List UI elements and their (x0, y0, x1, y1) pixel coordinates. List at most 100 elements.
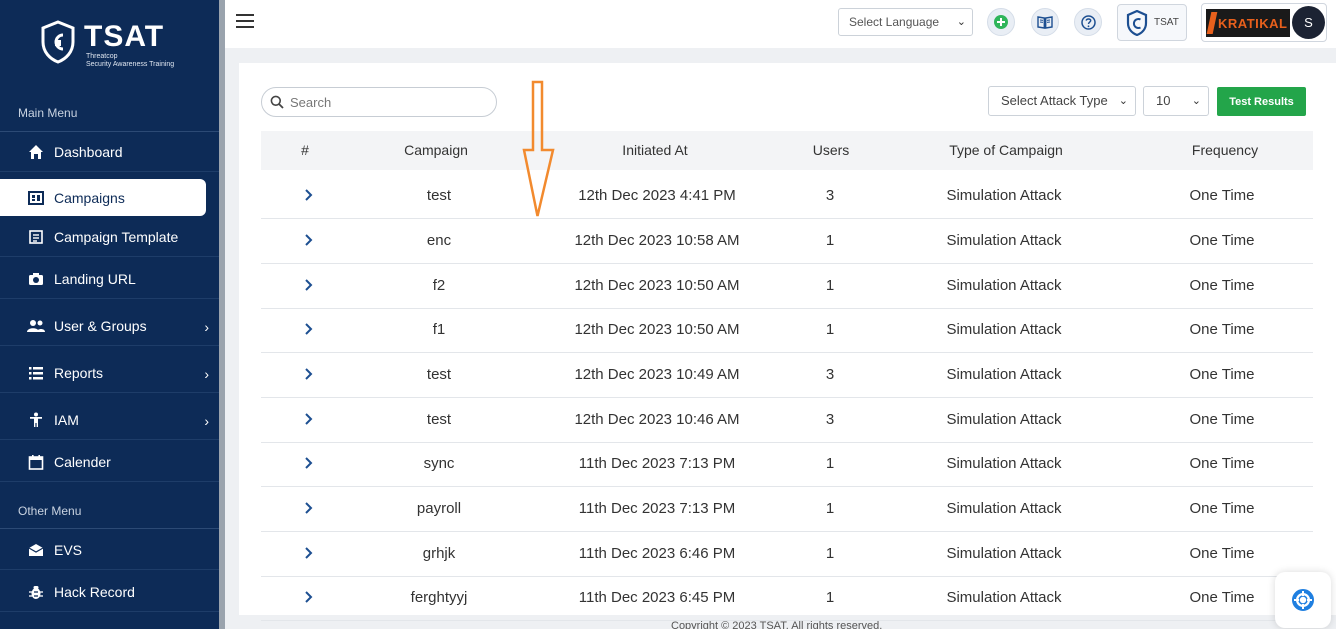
sidebar-item-dashboard[interactable]: Dashboard (0, 132, 219, 172)
sidebar-item-reports[interactable]: Reports › (0, 353, 219, 393)
cell-type: Simulation Attack (946, 277, 1062, 294)
cell-frequency: One Time (1189, 366, 1255, 383)
table-row[interactable]: ferghtyyj 11th Dec 2023 6:45 PM 1 Simulatio… (261, 576, 1313, 621)
guide-button[interactable] (1031, 8, 1059, 36)
chevron-right-icon[interactable] (304, 278, 314, 292)
cell-campaign: ferghtyyj (410, 589, 468, 606)
chevron-right-icon[interactable] (304, 412, 314, 426)
organization-profile[interactable]: KRATIKAL S (1201, 3, 1327, 42)
sidebar-item-campaign-template[interactable]: Campaign Template (0, 217, 219, 257)
users-icon (27, 317, 45, 335)
footer-copyright: Copyright © 2023 TSAT. All rights reserv… (671, 620, 883, 629)
column-header-campaign[interactable]: Campaign (404, 142, 468, 158)
sidebar-item-user-groups[interactable]: User & Groups › (0, 306, 219, 346)
cell-initiated-at: 11th Dec 2023 7:13 PM (578, 500, 736, 517)
annotation-arrow-icon (522, 80, 555, 217)
cell-frequency: One Time (1189, 321, 1255, 338)
cell-initiated-at: 11th Dec 2023 6:45 PM (578, 589, 736, 606)
book-icon (1037, 15, 1053, 29)
cell-initiated-at: 12th Dec 2023 10:50 AM (574, 321, 740, 338)
table-row[interactable]: payroll 11th Dec 2023 7:13 PM 1 Simulation … (261, 487, 1313, 532)
sidebar-item-iam[interactable]: IAM › (0, 400, 219, 440)
cell-users: 1 (825, 455, 835, 472)
cell-frequency: One Time (1189, 411, 1255, 428)
language-select[interactable]: Select Language ⌄ (838, 8, 973, 36)
column-header-initiated-at[interactable]: Initiated At (622, 142, 687, 158)
table-row[interactable]: f1 12th Dec 2023 10:50 AM 1 Simulation Atta… (261, 308, 1313, 353)
kratikal-logo: KRATIKAL (1206, 9, 1290, 37)
cell-type: Simulation Attack (946, 500, 1062, 517)
campaigns-card: Search Select Attack Type ⌄ 10 ⌄ Test Re… (239, 63, 1336, 621)
chevron-right-icon: › (204, 319, 209, 335)
sidebar-item-label: Reports (54, 364, 104, 381)
sidebar-scrollbar[interactable] (219, 0, 225, 629)
sidebar-item-label: Campaigns (54, 189, 125, 206)
sidebar-item-label: IAM (54, 411, 79, 428)
table-row[interactable]: sync 11th Dec 2023 7:13 PM 1 Simulation Att… (261, 442, 1313, 487)
cell-frequency: One Time (1189, 232, 1255, 249)
search-placeholder: Search (290, 94, 332, 110)
cell-campaign: f1 (432, 321, 446, 338)
chevron-right-icon[interactable] (304, 590, 314, 604)
brand-tagline-company: Threatcop (86, 53, 118, 60)
cell-frequency: One Time (1189, 187, 1255, 204)
chevron-right-icon[interactable] (304, 456, 314, 470)
chevron-right-icon[interactable] (304, 546, 314, 560)
cell-frequency: One Time (1189, 277, 1255, 294)
cell-type: Simulation Attack (946, 232, 1062, 249)
sidebar-item-label: Landing URL (54, 270, 136, 287)
sidebar-item-label: Dashboard (54, 143, 123, 160)
reports-icon (27, 364, 45, 382)
table-row[interactable]: f2 12th Dec 2023 10:50 AM 1 Simulation Atta… (261, 264, 1313, 309)
sidebar-item-label: User & Groups (54, 317, 147, 334)
table-row[interactable]: grhjk 11th Dec 2023 6:46 PM 1 Simulation At… (261, 532, 1313, 577)
cell-initiated-at: 12th Dec 2023 10:50 AM (574, 277, 740, 294)
page-size-select[interactable]: 10 ⌄ (1143, 86, 1209, 116)
table-row[interactable]: test 12th Dec 2023 10:49 AM 3 Simulation At… (261, 353, 1313, 398)
tsat-product-switch[interactable]: TSAT (1117, 4, 1187, 41)
menu-toggle-icon[interactable] (236, 14, 254, 28)
tsat-label: TSAT (1154, 17, 1179, 28)
cell-campaign: sync (423, 455, 455, 472)
search-input[interactable]: Search (261, 87, 497, 117)
search-icon (270, 95, 284, 109)
cell-campaign: grhjk (422, 545, 456, 562)
chevron-right-icon[interactable] (304, 501, 314, 515)
plus-circle-icon (994, 15, 1008, 29)
kratikal-label: KRATIKAL (1218, 15, 1288, 31)
test-results-button[interactable]: Test Results (1217, 87, 1306, 116)
person-icon (27, 411, 45, 429)
column-header-users[interactable]: Users (813, 142, 850, 158)
add-button[interactable] (987, 8, 1015, 36)
cell-initiated-at: 12th Dec 2023 4:41 PM (578, 187, 736, 204)
sidebar-item-label: Campaign Template (54, 228, 179, 245)
sidebar: TSAT Threatcop Security Awareness Traini… (0, 0, 219, 629)
attack-type-select[interactable]: Select Attack Type ⌄ (988, 86, 1136, 116)
sidebar-item-evs[interactable]: EVS (0, 530, 219, 570)
sidebar-item-label: Hack Record (54, 583, 135, 600)
column-header-type[interactable]: Type of Campaign (949, 142, 1063, 158)
cell-type: Simulation Attack (946, 187, 1062, 204)
chevron-right-icon[interactable] (304, 322, 314, 336)
sidebar-item-landing-url[interactable]: Landing URL (0, 259, 219, 299)
chevron-right-icon[interactable] (304, 233, 314, 247)
table-row[interactable]: test 12th Dec 2023 4:41 PM 3 Simulation Att… (261, 174, 1313, 219)
avatar[interactable]: S (1292, 6, 1325, 39)
table-row[interactable]: test 12th Dec 2023 10:46 AM 3 Simulation At… (261, 398, 1313, 443)
chevron-right-icon[interactable] (304, 188, 314, 202)
help-button[interactable] (1074, 8, 1102, 36)
sidebar-item-calender[interactable]: Calender (0, 442, 219, 482)
cell-users: 1 (825, 277, 835, 294)
sidebar-item-campaigns[interactable]: Campaigns (0, 179, 206, 216)
cell-initiated-at: 11th Dec 2023 6:46 PM (578, 545, 736, 562)
cell-initiated-at: 12th Dec 2023 10:49 AM (574, 366, 740, 383)
cell-users: 1 (825, 545, 835, 562)
table-row[interactable]: enc 12th Dec 2023 10:58 AM 1 Simulation Att… (261, 219, 1313, 264)
sidebar-item-label: Calender (54, 453, 111, 470)
column-header-frequency[interactable]: Frequency (1192, 142, 1258, 158)
chevron-right-icon[interactable] (304, 367, 314, 381)
sidebar-item-hack-record[interactable]: Hack Record (0, 572, 219, 612)
question-icon (1080, 14, 1096, 30)
tsat-logo[interactable]: TSAT Threatcop Security Awareness Traini… (40, 20, 200, 74)
support-chat-button[interactable] (1275, 572, 1331, 628)
